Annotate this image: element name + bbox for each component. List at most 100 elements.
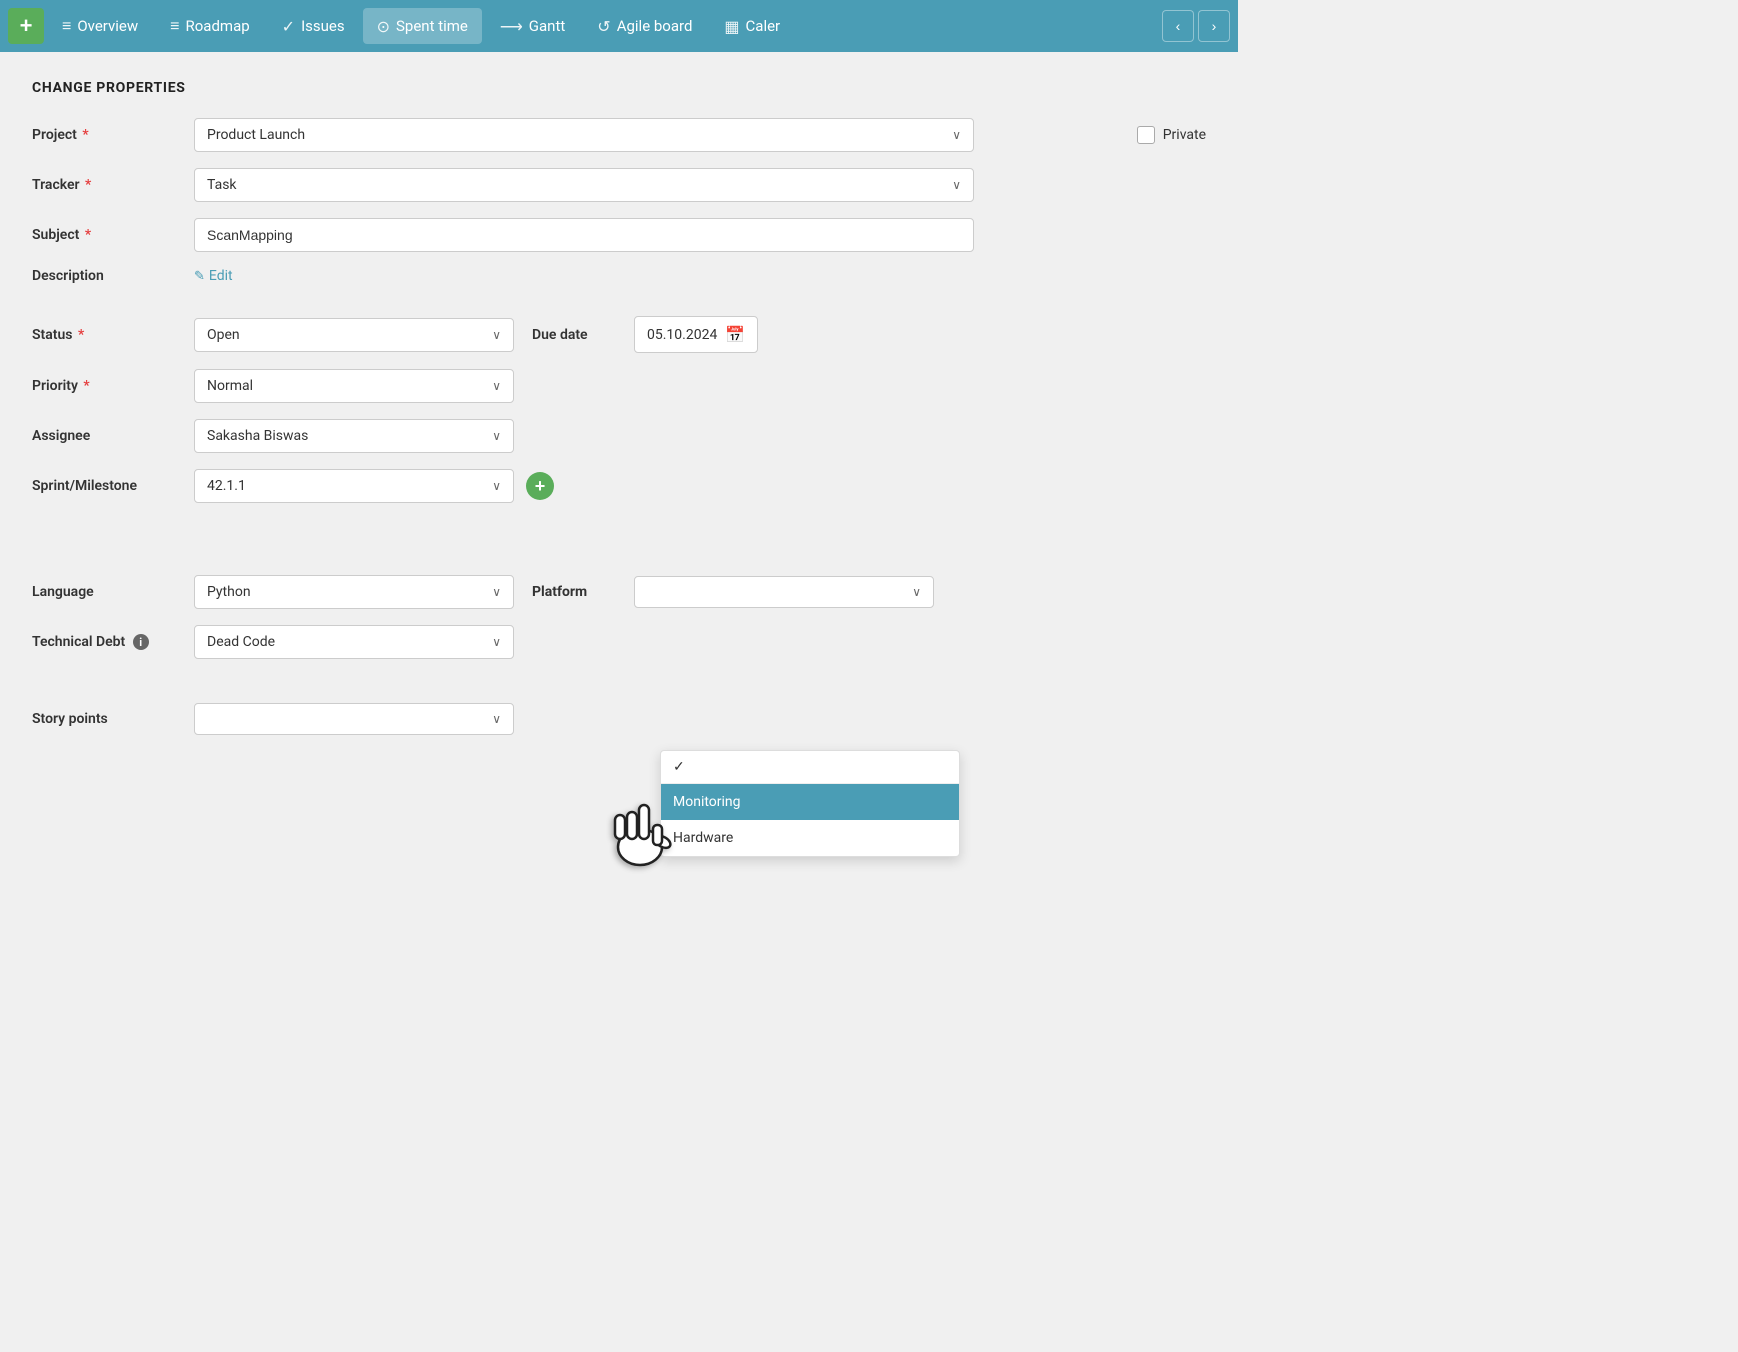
edit-icon: ✎ (194, 269, 205, 284)
nav-item-gantt[interactable]: ⟶ Gantt (486, 8, 579, 44)
project-label: Project * (32, 127, 182, 143)
story-points-label: Story points (32, 711, 182, 727)
assignee-col: Assignee Sakasha Biswas ∨ (32, 419, 532, 453)
assignee-select[interactable]: Sakasha Biswas ∨ (194, 419, 514, 453)
add-sprint-button[interactable]: + (526, 472, 554, 500)
language-col: Language Python ∨ (32, 575, 532, 609)
project-chevron-icon: ∨ (952, 128, 961, 142)
assignee-chevron-icon: ∨ (492, 429, 501, 443)
duedate-value: 05.10.2024 (647, 327, 717, 343)
subject-input-wrapper (194, 218, 974, 252)
nav-label-gantt: Gantt (529, 17, 565, 35)
status-duedate-row: Status * Open ∨ Due date 05.10.2024 📅 (32, 316, 1206, 353)
tracker-label: Tracker * (32, 177, 182, 193)
subject-label: Subject * (32, 227, 182, 243)
priority-select[interactable]: Normal ∨ (194, 369, 514, 403)
language-select[interactable]: Python ∨ (194, 575, 514, 609)
sprint-row: Sprint/Milestone 42.1.1 ∨ + (32, 469, 1206, 503)
priority-row: Priority * Normal ∨ (32, 369, 1206, 403)
priority-value: Normal (207, 378, 253, 394)
assignee-value: Sakasha Biswas (207, 428, 308, 444)
main-content: CHANGE PROPERTIES Project * Product Laun… (0, 52, 1238, 779)
nav-prev-button[interactable]: ‹ (1162, 10, 1194, 42)
tech-debt-col: Technical Debt i Dead Code ∨ (32, 625, 532, 659)
nav-label-issues: Issues (301, 17, 345, 35)
priority-chevron-icon: ∨ (492, 379, 501, 393)
nav-label-spent-time: Spent time (396, 17, 468, 35)
tech-debt-label: Technical Debt i (32, 634, 182, 651)
status-chevron-icon: ∨ (492, 328, 501, 342)
nav-item-caler[interactable]: ▦ Caler (710, 8, 794, 44)
subject-required: * (81, 227, 91, 243)
priority-required: * (80, 378, 90, 394)
tracker-select[interactable]: Task ∨ (194, 168, 974, 202)
assignee-label: Assignee (32, 428, 182, 444)
priority-col: Priority * Normal ∨ (32, 369, 532, 403)
issues-icon: ✓ (282, 17, 295, 36)
nav-item-agile-board[interactable]: ↺ Agile board (583, 8, 706, 44)
description-row: Description ✎ Edit (32, 268, 1206, 284)
caler-icon: ▦ (724, 17, 739, 36)
agile-board-icon: ↺ (597, 17, 610, 36)
nav-next-button[interactable]: › (1198, 10, 1230, 42)
nav-item-issues[interactable]: ✓ Issues (268, 8, 359, 44)
platform-select[interactable]: ∨ (634, 576, 934, 608)
priority-label: Priority * (32, 378, 182, 394)
platform-option-hardware[interactable]: Hardware (661, 820, 959, 856)
nav-item-spent-time[interactable]: ⊙ Spent time (363, 8, 482, 44)
tracker-required: * (82, 177, 92, 193)
tech-debt-value: Dead Code (207, 634, 275, 650)
language-platform-row: Language Python ∨ Platform ∨ (32, 575, 1206, 609)
project-row: Project * Product Launch ∨ Private (32, 118, 1206, 152)
description-edit-link[interactable]: ✎ Edit (194, 268, 233, 284)
status-required: * (74, 327, 84, 343)
language-chevron-icon: ∨ (492, 585, 501, 599)
duedate-col: Due date 05.10.2024 📅 (532, 316, 1206, 353)
project-value: Product Launch (207, 127, 305, 143)
duedate-label: Due date (532, 327, 622, 343)
language-label: Language (32, 584, 182, 600)
assignee-row: Assignee Sakasha Biswas ∨ (32, 419, 1206, 453)
private-checkbox[interactable] (1137, 126, 1155, 144)
status-select[interactable]: Open ∨ (194, 318, 514, 352)
project-required: * (79, 127, 89, 143)
nav-arrows: ‹ › (1162, 10, 1230, 42)
overview-icon: ≡ (62, 16, 71, 36)
platform-dropdown: ✓ Monitoring Hardware (660, 750, 960, 857)
checkmark-icon: ✓ (673, 759, 685, 775)
project-select[interactable]: Product Launch ∨ (194, 118, 974, 152)
subject-input[interactable] (194, 218, 974, 252)
nav-label-roadmap: Roadmap (186, 17, 250, 35)
tracker-input-wrapper: Task ∨ (194, 168, 974, 202)
description-label: Description (32, 268, 182, 284)
tech-debt-select[interactable]: Dead Code ∨ (194, 625, 514, 659)
calendar-icon: 📅 (725, 325, 745, 344)
nav-item-roadmap[interactable]: ≡ Roadmap (156, 8, 264, 44)
platform-chevron-icon: ∨ (912, 585, 921, 599)
platform-option-monitoring[interactable]: Monitoring (661, 784, 959, 820)
status-label: Status * (32, 327, 182, 343)
duedate-input[interactable]: 05.10.2024 📅 (634, 316, 758, 353)
edit-label: Edit (209, 268, 233, 284)
add-button[interactable]: + (8, 8, 44, 44)
sprint-chevron-icon: ∨ (492, 479, 501, 493)
gantt-icon: ⟶ (500, 17, 523, 36)
info-icon[interactable]: i (133, 634, 149, 650)
tech-debt-row: Technical Debt i Dead Code ∨ (32, 625, 1206, 659)
sprint-col: Sprint/Milestone 42.1.1 ∨ + (32, 469, 554, 503)
tracker-chevron-icon: ∨ (952, 178, 961, 192)
nav-item-overview[interactable]: ≡ Overview (48, 8, 152, 44)
navbar: + ≡ Overview ≡ Roadmap ✓ Issues ⊙ Spent … (0, 0, 1238, 52)
tech-debt-chevron-icon: ∨ (492, 635, 501, 649)
story-points-select[interactable]: ∨ (194, 703, 514, 735)
nav-label-agile-board: Agile board (617, 17, 693, 35)
subject-row: Subject * (32, 218, 1206, 252)
story-points-col: Story points ∨ (32, 703, 532, 735)
story-points-chevron-icon: ∨ (492, 712, 501, 726)
tracker-value: Task (207, 177, 237, 193)
private-area: Private (1137, 126, 1206, 144)
sprint-select[interactable]: 42.1.1 ∨ (194, 469, 514, 503)
platform-label: Platform (532, 584, 622, 600)
private-label: Private (1163, 127, 1206, 143)
section-title: CHANGE PROPERTIES (32, 80, 1206, 96)
